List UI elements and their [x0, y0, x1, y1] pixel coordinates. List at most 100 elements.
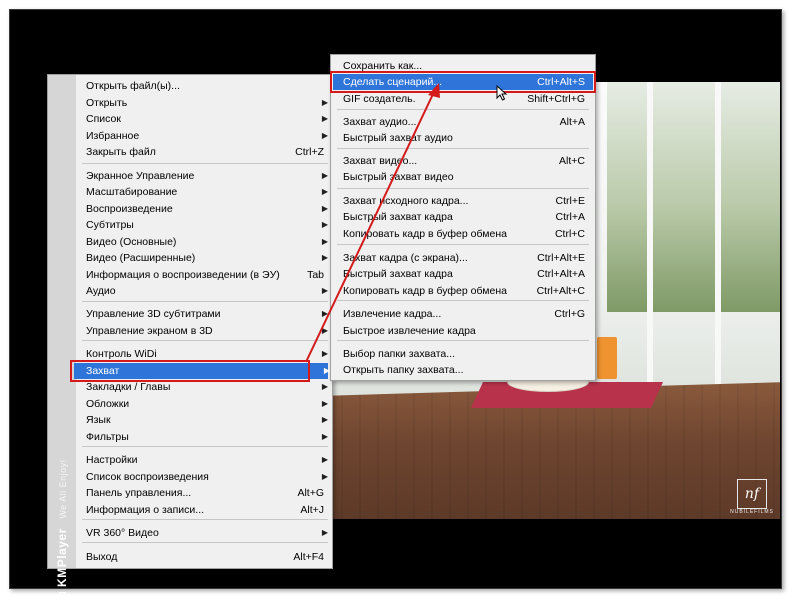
menu-item-shortcut: Alt+C — [559, 153, 585, 169]
main-menu-item-22[interactable]: Настройки ▶ — [86, 452, 326, 468]
main-menu-item-12[interactable]: Информация о воспроизведении (в ЭУ)Tab — [86, 267, 326, 283]
main-menu-item-18[interactable]: Закладки / Главы ▶ — [86, 379, 326, 395]
main-menu-item-6[interactable]: Экранное Управление▶ — [86, 168, 326, 184]
menu-separator — [337, 244, 589, 245]
video-logo-mark: nf — [737, 479, 767, 509]
main-menu-item-24[interactable]: Панель управления... Alt+G — [86, 485, 326, 501]
chevron-right-icon: ▶ — [322, 306, 328, 322]
main-menu-item-23[interactable]: Список воспроизведения▶ — [86, 469, 326, 485]
menu-separator — [82, 519, 328, 520]
main-menu-item-3[interactable]: Список▶ — [86, 111, 326, 127]
menu-item-shortcut: Ctrl+Z — [295, 144, 324, 160]
menu-item-label: Обложки — [86, 396, 129, 412]
menu-separator — [337, 188, 589, 189]
main-menu-item-20[interactable]: Язык▶ — [86, 412, 326, 428]
menu-item-label: Закрыть файл — [86, 144, 156, 160]
video-logo-text: NUBILEFILMS — [727, 509, 777, 515]
menu-item-label: Видео (Расширенные) — [86, 250, 195, 266]
menu-item-label: Субтитры — [86, 217, 134, 233]
menu-separator — [82, 163, 328, 164]
capture-menu-item-2[interactable]: Сделать сценарий...Ctrl+Alt+S — [333, 74, 593, 90]
capture-menu-item-7[interactable]: Быстрый захват видео — [343, 169, 587, 185]
menu-separator — [82, 446, 328, 447]
capture-menu-item-9[interactable]: Быстрый захват кадра Ctrl+A — [343, 209, 587, 225]
capture-menu-item-11[interactable]: Захват кадра (с экрана)... Ctrl+Alt+E — [343, 250, 587, 266]
chevron-right-icon: ▶ — [322, 95, 328, 111]
menu-item-shortcut: Shift+Ctrl+G — [527, 91, 585, 107]
main-menu-item-21[interactable]: Фильтры▶ — [86, 429, 326, 445]
main-menu-item-5[interactable]: Закрыть файл Ctrl+Z — [86, 144, 326, 160]
context-menu: ⋈ KMPlayer We All Enjoy! Открыть файл(ы)… — [47, 74, 333, 569]
chevron-right-icon: ▶ — [322, 184, 328, 200]
capture-menu-item-5[interactable]: Быстрый захват аудио — [343, 130, 587, 146]
menu-item-label: Управление экраном в 3D — [86, 323, 213, 339]
menu-item-label: Быстрый захват кадра — [343, 209, 453, 225]
menu-item-label: Сделать сценарий... — [343, 74, 442, 90]
main-menu-item-17[interactable]: Захват▶ — [74, 363, 328, 379]
main-menu-item-14[interactable]: Управление 3D субтитрами▶ — [86, 306, 326, 322]
menu-item-label: Выбор папки захвата... — [343, 346, 455, 362]
menu-item-label: Захват кадра (с экрана)... — [343, 250, 468, 266]
capture-menu-item-10[interactable]: Копировать кадр в буфер обмена Ctrl+C — [343, 226, 587, 242]
capture-menu-item-3[interactable]: GIF создатель. Shift+Ctrl+G — [343, 91, 587, 107]
main-menu-item-16[interactable]: Контроль WiDi▶ — [86, 346, 326, 362]
menu-item-label: Избранное — [86, 128, 139, 144]
menu-item-shortcut: Ctrl+Alt+C — [537, 283, 585, 299]
menu-item-label: Открыть папку захвата... — [343, 362, 464, 378]
main-menu-item-1[interactable]: Открыть файл(ы)... — [86, 78, 326, 94]
main-menu-item-9[interactable]: Субтитры▶ — [86, 217, 326, 233]
menu-item-shortcut: Ctrl+A — [556, 209, 585, 225]
menu-item-shortcut: Tab — [307, 267, 324, 283]
menu-item-label: Сохранить как... — [343, 58, 422, 74]
chevron-right-icon: ▶ — [322, 452, 328, 468]
capture-menu-item-1[interactable]: Сохранить как... — [343, 58, 587, 74]
capture-menu-item-13[interactable]: Копировать кадр в буфер обмена Ctrl+Alt+C — [343, 283, 587, 299]
capture-menu-item-15[interactable]: Быстрое извлечение кадра — [343, 323, 587, 339]
main-menu-item-10[interactable]: Видео (Основные)▶ — [86, 234, 326, 250]
menu-item-label: Панель управления... — [86, 485, 191, 501]
menu-item-label: Видео (Основные) — [86, 234, 176, 250]
main-menu-item-19[interactable]: Обложки▶ — [86, 396, 326, 412]
menu-item-shortcut: Ctrl+C — [555, 226, 585, 242]
main-menu-item-15[interactable]: Управление экраном в 3D▶ — [86, 323, 326, 339]
capture-menu-item-6[interactable]: Захват видео...Alt+C — [343, 153, 587, 169]
main-menu-item-8[interactable]: Воспроизведение▶ — [86, 201, 326, 217]
capture-submenu: Сохранить как...Сделать сценарий...Ctrl+… — [330, 54, 596, 381]
chevron-right-icon: ▶ — [322, 379, 328, 395]
chevron-right-icon: ▶ — [322, 525, 328, 541]
menu-item-shortcut: Alt+A — [560, 114, 585, 130]
menu-item-label: GIF создатель. — [343, 91, 416, 107]
menu-item-label: Захват исходного кадра... — [343, 193, 468, 209]
menu-item-shortcut: Alt+G — [297, 485, 324, 501]
menu-item-label: Захват аудио... — [343, 114, 416, 130]
main-menu-item-13[interactable]: Аудио▶ — [86, 283, 326, 299]
menu-item-label: Закладки / Главы — [86, 379, 170, 395]
chevron-right-icon: ▶ — [322, 168, 328, 184]
main-menu-item-27[interactable]: ВыходAlt+F4 — [86, 549, 326, 565]
capture-menu-item-12[interactable]: Быстрый захват кадраCtrl+Alt+A — [343, 266, 587, 282]
chevron-right-icon: ▶ — [322, 201, 328, 217]
menu-item-label: Настройки — [86, 452, 138, 468]
menu-item-label: Открыть — [86, 95, 127, 111]
menu-item-shortcut: Alt+J — [300, 502, 324, 518]
capture-menu-item-14[interactable]: Извлечение кадра...Ctrl+G — [343, 306, 587, 322]
main-menu-item-11[interactable]: Видео (Расширенные)▶ — [86, 250, 326, 266]
menu-item-shortcut: Ctrl+Alt+E — [537, 250, 585, 266]
main-menu-item-2[interactable]: Открыть ▶ — [86, 95, 326, 111]
main-menu-item-7[interactable]: Масштабирование▶ — [86, 184, 326, 200]
capture-menu-item-17[interactable]: Открыть папку захвата... — [343, 362, 587, 378]
capture-menu-item-8[interactable]: Захват исходного кадра...Ctrl+E — [343, 193, 587, 209]
main-menu-item-4[interactable]: Избранное▶ — [86, 128, 326, 144]
video-window-light — [607, 82, 780, 312]
menu-separator — [337, 148, 589, 149]
menu-item-label: Копировать кадр в буфер обмена — [343, 283, 507, 299]
menu-item-shortcut: Ctrl+G — [554, 306, 585, 322]
menu-item-label: Фильтры — [86, 429, 129, 445]
main-menu-item-26[interactable]: VR 360° Видео▶ — [86, 525, 326, 541]
menu-item-label: Список — [86, 111, 121, 127]
capture-menu-item-16[interactable]: Выбор папки захвата... — [343, 346, 587, 362]
brand-strip-text: ⋈ KMPlayer We All Enjoy! — [55, 402, 69, 602]
capture-menu-item-4[interactable]: Захват аудио... Alt+A — [343, 114, 587, 130]
menu-item-label: Копировать кадр в буфер обмена — [343, 226, 507, 242]
main-menu-item-25[interactable]: Информация о записи...Alt+J — [86, 502, 326, 518]
